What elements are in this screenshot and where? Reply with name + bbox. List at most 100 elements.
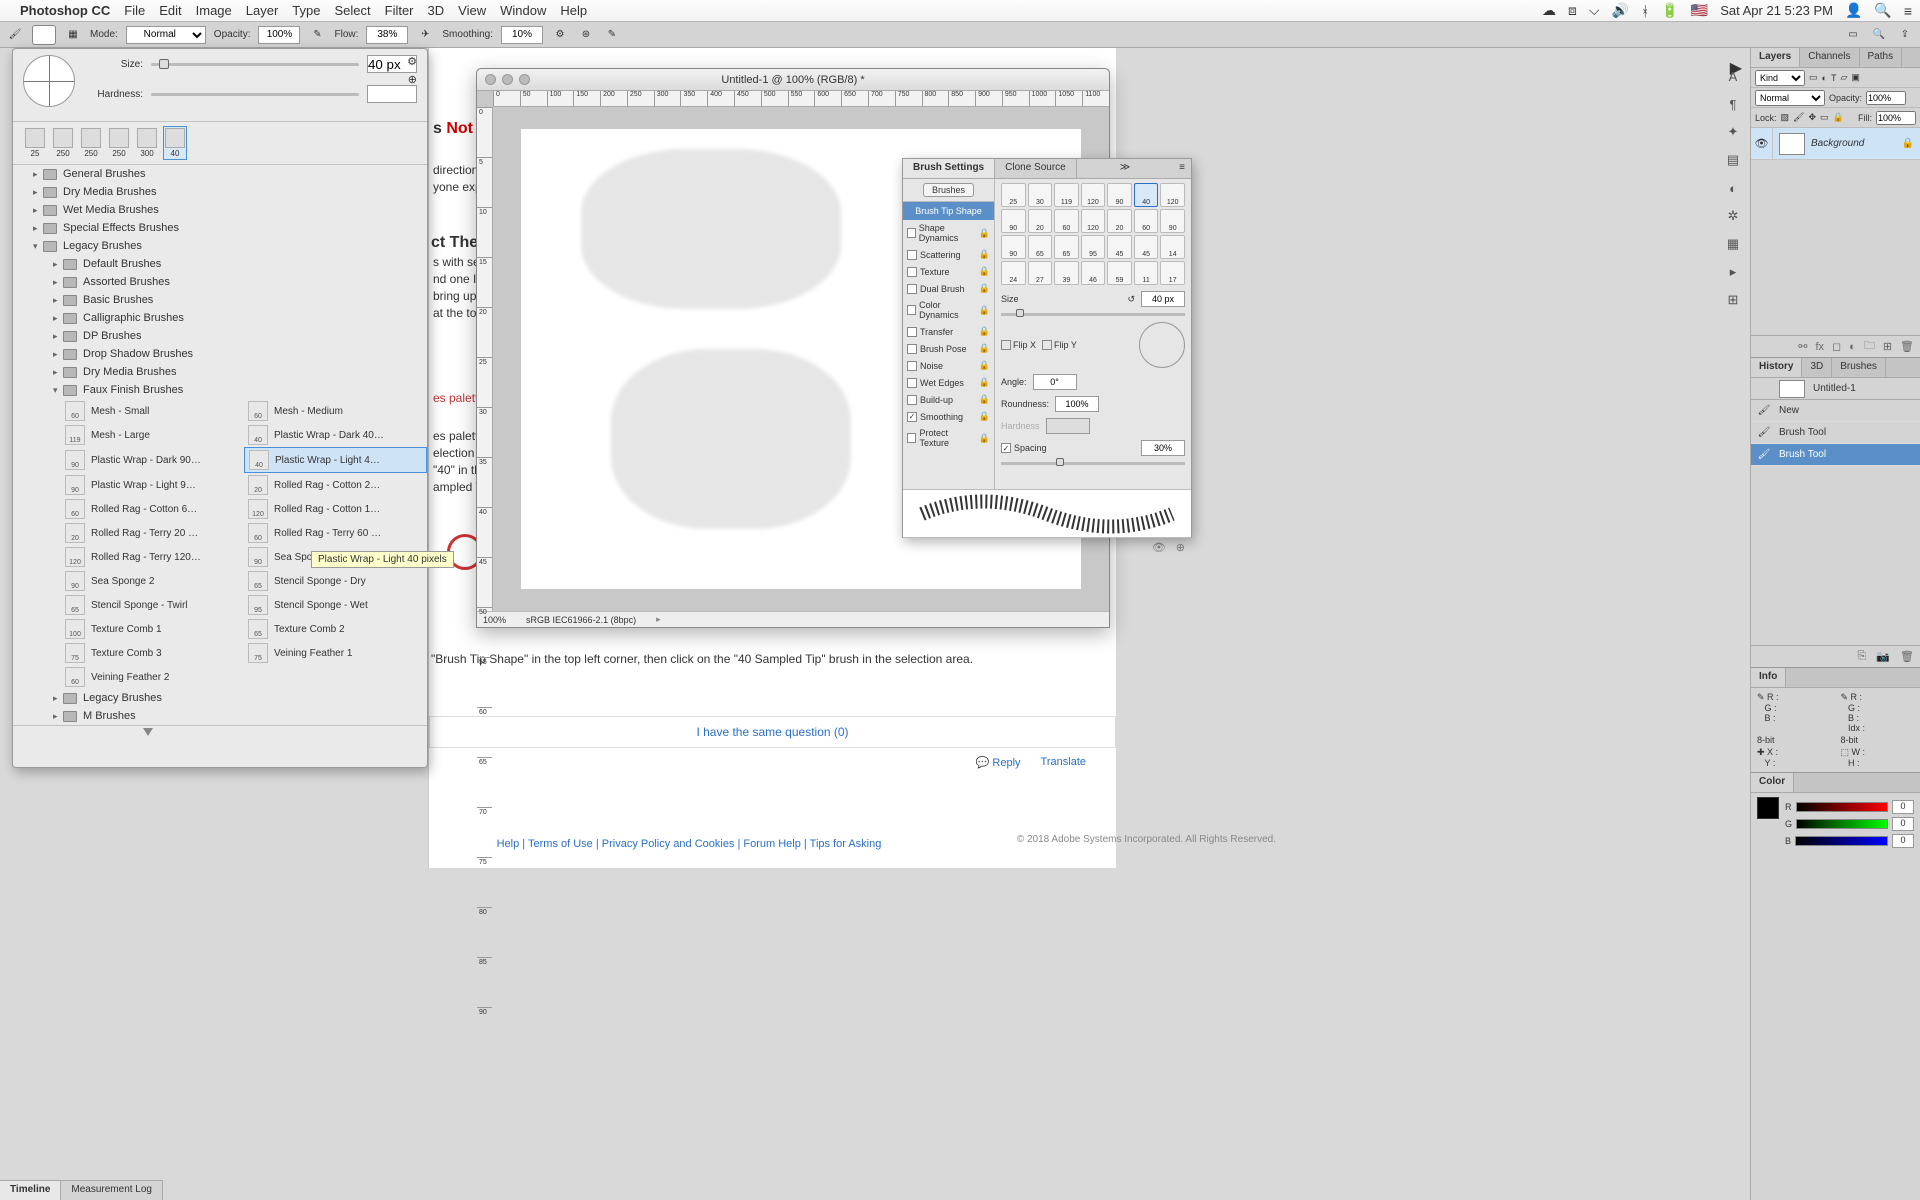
bs-section[interactable]: Noise🔒	[903, 357, 994, 374]
new-snapshot-icon[interactable]: 📷	[1876, 650, 1890, 663]
tool-brush-icon[interactable]: 🖌	[6, 26, 24, 44]
brush-item[interactable]: 60Rolled Rag - Terry 60 pixels	[244, 521, 427, 545]
new-doc-from-state-icon[interactable]: ⎘	[1858, 650, 1867, 663]
size-slider[interactable]	[151, 63, 359, 66]
brush-folder[interactable]: ▸Assorted Brushes	[13, 273, 427, 291]
history-state[interactable]: 🖌New	[1751, 400, 1920, 422]
brush-tip[interactable]: 40	[1134, 183, 1159, 207]
recent-brush[interactable]: 250	[107, 126, 131, 160]
bs-spacing-slider[interactable]	[1001, 462, 1185, 465]
lock-all-icon[interactable]: 🔒	[1833, 112, 1844, 123]
link-layers-icon[interactable]: ⚯	[1798, 340, 1807, 353]
bs-size-input[interactable]	[1141, 291, 1185, 307]
brush-tip[interactable]: 120	[1081, 209, 1106, 233]
blend-mode-select[interactable]: Normal	[1755, 90, 1825, 106]
brush-item[interactable]: 90Sea Sponge 2	[61, 569, 244, 593]
status-zoom[interactable]: 100%	[483, 615, 506, 625]
opacity-pressure-icon[interactable]: ✎	[308, 26, 326, 44]
menu-file[interactable]: File	[124, 3, 145, 18]
brush-item[interactable]	[244, 665, 427, 689]
character-icon[interactable]: A	[1723, 66, 1743, 86]
brush-folder[interactable]: ▸Dry Media Brushes	[13, 183, 427, 201]
brush-tip[interactable]: 65	[1028, 235, 1053, 259]
brush-folder[interactable]: ▸General Brushes	[13, 165, 427, 183]
flipy-checkbox[interactable]: Flip Y	[1042, 340, 1077, 350]
brush-folder[interactable]: ▸Calligraphic Brushes	[13, 309, 427, 327]
history-state[interactable]: 🖌Brush Tool	[1751, 422, 1920, 444]
brush-tip[interactable]: 20	[1107, 209, 1132, 233]
layer-visibility-icon[interactable]: 👁	[1751, 128, 1773, 159]
brush-panel-toggle-icon[interactable]: ▦	[64, 26, 82, 44]
hardness-input[interactable]	[367, 85, 417, 103]
footer-links[interactable]: Help | Terms of Use | Privacy Policy and…	[289, 838, 1089, 850]
bs-spacing-input[interactable]	[1141, 440, 1185, 456]
translate-button[interactable]: Translate	[1041, 756, 1086, 769]
brush-tip[interactable]: 90	[1107, 183, 1132, 207]
share-icon[interactable]: ⇪	[1896, 26, 1914, 44]
bs-section[interactable]: Dual Brush🔒	[903, 280, 994, 297]
brush-folder[interactable]: ▸DP Brushes	[13, 327, 427, 345]
airbrush-icon[interactable]: ✈	[416, 26, 434, 44]
brush-tip[interactable]: 45	[1107, 235, 1132, 259]
history-snapshot[interactable]: Untitled-1	[1751, 378, 1920, 400]
window-titlebar[interactable]: Untitled-1 @ 100% (RGB/8) *	[477, 69, 1109, 91]
slider-g[interactable]	[1796, 819, 1888, 829]
tab-layers[interactable]: Layers	[1751, 48, 1800, 67]
brush-tip[interactable]: 120	[1160, 183, 1185, 207]
tab-3d[interactable]: 3D	[1802, 358, 1832, 377]
close-dot[interactable]	[485, 74, 496, 85]
brush-item[interactable]: 75Veining Feather 1	[244, 641, 427, 665]
filter-smart-icon[interactable]: ▣	[1851, 72, 1860, 83]
brush-item[interactable]: 20Rolled Rag - Terry 20 pixels	[61, 521, 244, 545]
styles-icon[interactable]: ✲	[1723, 206, 1743, 226]
brush-tip-grid[interactable]: 2530119120904012090206012020609090656595…	[1001, 183, 1185, 285]
brush-angle-widget[interactable]	[23, 55, 75, 107]
symmetry-icon[interactable]: ⊛	[577, 26, 595, 44]
tab-history[interactable]: History	[1751, 358, 1802, 377]
menu-select[interactable]: Select	[334, 3, 370, 18]
brushes-button[interactable]: Brushes	[923, 183, 974, 197]
brush-folder[interactable]: ▸Wet Media Brushes	[13, 201, 427, 219]
brush-folder[interactable]: ▸Default Brushes	[13, 255, 427, 273]
thumbnail-size-slider[interactable]	[13, 725, 427, 743]
bs-section[interactable]: Scattering🔒	[903, 246, 994, 263]
brush-tip[interactable]: 14	[1160, 235, 1185, 259]
properties-icon[interactable]: ⊞	[1723, 290, 1743, 310]
layer-fx-icon[interactable]: fx	[1815, 341, 1824, 353]
layer-opacity-input[interactable]	[1866, 91, 1906, 105]
flipx-checkbox[interactable]: Flip X	[1001, 340, 1036, 350]
menu-window[interactable]: Window	[500, 3, 546, 18]
bs-angle-input[interactable]	[1033, 374, 1077, 390]
spotlight-icon[interactable]: 🔍	[1874, 2, 1891, 19]
ruler-vertical[interactable]: 051015202530354045505560657075808590	[477, 107, 493, 611]
brush-tip[interactable]: 27	[1028, 261, 1053, 285]
brush-item[interactable]: 75Texture Comb 3	[61, 641, 244, 665]
menu-view[interactable]: View	[458, 3, 486, 18]
battery-icon[interactable]: 🔋	[1661, 2, 1678, 19]
menu-edit[interactable]: Edit	[159, 3, 181, 18]
brush-tip[interactable]: 60	[1134, 209, 1159, 233]
tab-color[interactable]: Color	[1751, 773, 1794, 792]
brush-folder[interactable]: ▸Drop Shadow Brushes	[13, 345, 427, 363]
cloud-icon[interactable]: ☁	[1542, 2, 1556, 19]
tab-info[interactable]: Info	[1751, 668, 1786, 687]
brush-item[interactable]: 60Mesh - Small	[61, 399, 244, 423]
spacing-checkbox[interactable]: ✓Spacing	[1001, 443, 1047, 453]
brush-folder[interactable]: ▾Faux Finish Brushes	[13, 381, 427, 399]
brush-item[interactable]: 60Veining Feather 2	[61, 665, 244, 689]
recent-brush[interactable]: 40	[163, 126, 187, 160]
brush-folder[interactable]: ▸Special Effects Brushes	[13, 219, 427, 237]
reset-size-icon[interactable]: ↺	[1127, 294, 1135, 305]
flag-icon[interactable]: 🇺🇸	[1691, 2, 1708, 19]
history-state[interactable]: 🖌Brush Tool	[1751, 444, 1920, 466]
ruler-horizontal[interactable]: 0501001502002503003504004505005506006507…	[493, 91, 1109, 107]
bs-section[interactable]: Transfer🔒	[903, 323, 994, 340]
libraries-icon[interactable]: ▤	[1723, 150, 1743, 170]
brush-tip[interactable]: 45	[1134, 235, 1159, 259]
app-name[interactable]: Photoshop CC	[20, 3, 110, 18]
menubar-clock[interactable]: Sat Apr 21 5:23 PM	[1720, 3, 1833, 18]
lock-transparent-icon[interactable]: ▨	[1781, 112, 1790, 123]
bs-angle-widget[interactable]	[1139, 322, 1185, 368]
panel-menu-icon[interactable]: ≡	[1173, 159, 1191, 178]
tab-measurement-log[interactable]: Measurement Log	[61, 1181, 163, 1200]
